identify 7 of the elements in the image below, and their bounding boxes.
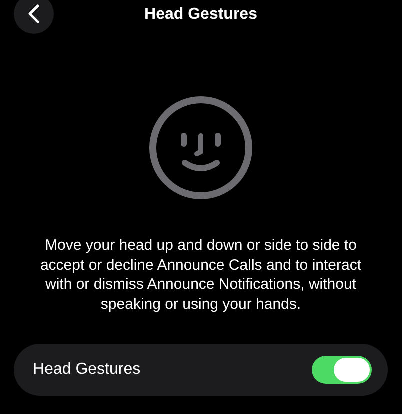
page-title: Head Gestures <box>144 6 258 24</box>
chevron-left-icon <box>28 4 40 24</box>
back-button[interactable] <box>14 0 54 34</box>
setting-label: Head Gestures <box>33 361 141 380</box>
toggle-switch[interactable] <box>312 356 372 384</box>
description-text: Move your head up and down or side to side to accept or decline Announce Calls and to interact with or dismiss Announce Notifications, without speaking or using your hands. <box>39 236 363 314</box>
face-icon <box>149 96 253 200</box>
